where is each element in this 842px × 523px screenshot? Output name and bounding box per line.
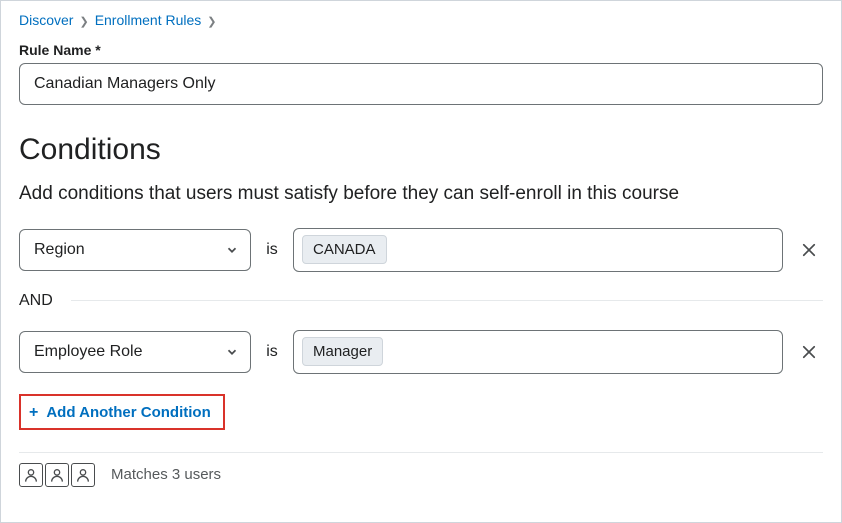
value-tag-input[interactable]: Manager [293,330,783,374]
attribute-select-value: Region [19,229,251,271]
avatar-icon [45,463,69,487]
breadcrumb: Discover ❯ Enrollment Rules ❯ [19,12,823,28]
chevron-right-icon: ❯ [79,15,88,28]
attribute-select[interactable]: Region [19,229,251,271]
close-icon [800,343,818,361]
add-condition-label: Add Another Condition [46,404,210,421]
page-frame: Discover ❯ Enrollment Rules ❯ Rule Name … [0,0,842,523]
attribute-select[interactable]: Employee Role [19,331,251,373]
close-icon [800,241,818,259]
add-another-condition-button[interactable]: + Add Another Condition [29,404,211,422]
matches-text: Matches 3 users [111,466,221,483]
condition-row: Region is CANADA [19,228,823,272]
avatar-icon [71,463,95,487]
and-divider: AND [19,292,823,310]
conditions-heading: Conditions [19,133,823,167]
and-label: AND [19,292,71,310]
avatar-icon [19,463,43,487]
is-label: is [263,241,281,259]
breadcrumb-link-enrollment-rules[interactable]: Enrollment Rules [95,12,202,28]
tag-value[interactable]: CANADA [302,235,387,264]
rule-name-label: Rule Name * [19,42,823,58]
divider-line [71,300,823,301]
is-label: is [263,343,281,361]
chevron-right-icon: ❯ [207,15,216,28]
plus-icon: + [29,404,38,422]
attribute-select-value: Employee Role [19,331,251,373]
condition-row: Employee Role is Manager [19,330,823,374]
avatar-cluster [19,463,95,487]
tag-value[interactable]: Manager [302,337,383,366]
rule-name-input[interactable] [19,63,823,105]
remove-condition-button[interactable] [795,236,823,264]
remove-condition-button[interactable] [795,338,823,366]
section-divider [19,452,823,453]
matches-row: Matches 3 users [19,463,823,487]
add-condition-highlight: + Add Another Condition [19,394,225,430]
breadcrumb-link-discover[interactable]: Discover [19,12,73,28]
value-tag-input[interactable]: CANADA [293,228,783,272]
conditions-help-text: Add conditions that users must satisfy b… [19,181,823,208]
